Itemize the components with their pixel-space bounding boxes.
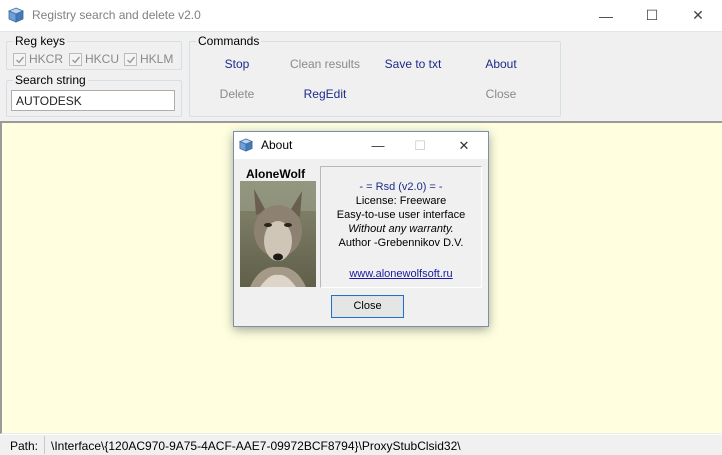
about-dialog-title: About: [261, 138, 293, 152]
toolbar: Reg keys HKCR HKCU HKLM Search string Co…: [0, 31, 722, 121]
about-close-button[interactable]: Close: [331, 295, 404, 318]
checkmark-icon: [69, 52, 82, 66]
hkcu-checkbox[interactable]: HKCU: [69, 52, 119, 66]
author-text: Author -Grebennikov D.V.: [338, 237, 464, 249]
hkcr-checkbox[interactable]: HKCR: [13, 52, 63, 66]
commands-label: Commands: [196, 34, 262, 48]
about-info-panel: - = Rsd (v2.0) = - License: Freeware Eas…: [320, 166, 482, 288]
registry-cube-icon: [7, 7, 25, 23]
about-dialog: About — ☐ ✕ AloneWolf - = Rsd (v2.0) = -…: [233, 131, 489, 327]
about-dialog-title-bar: About — ☐ ✕: [234, 132, 488, 159]
registry-cube-icon: [238, 138, 254, 152]
author-heading: AloneWolf: [246, 167, 306, 181]
window-title: Registry search and delete v2.0: [32, 8, 201, 22]
commands-group: Commands: [189, 34, 561, 117]
wolf-photo: [240, 181, 316, 287]
license-text: License: Freeware: [355, 195, 447, 207]
search-input[interactable]: [11, 90, 175, 111]
title-bar: Registry search and delete v2.0 — ☐ ✕: [0, 0, 722, 31]
close-icon: ✕: [458, 137, 470, 153]
version-text: - = Rsd (v2.0) = -: [359, 181, 443, 193]
checkmark-icon: [124, 52, 137, 66]
close-icon: ✕: [692, 7, 704, 23]
maximize-icon: ☐: [414, 137, 426, 153]
hkcr-label: HKCR: [29, 52, 64, 66]
maximize-button[interactable]: ☐: [629, 0, 675, 31]
dialog-maximize-button: ☐: [400, 132, 440, 159]
close-command-button[interactable]: Close: [446, 87, 556, 101]
website-link[interactable]: www.alonewolfsoft.ru: [321, 267, 481, 281]
close-window-button[interactable]: ✕: [675, 0, 721, 31]
maximize-icon: ☐: [645, 7, 659, 23]
path-value: \Interface\{120AC970-9A75-4ACF-AAE7-0997…: [44, 436, 712, 454]
hkcu-label: HKCU: [85, 52, 120, 66]
dialog-minimize-button[interactable]: —: [358, 132, 398, 159]
minimize-icon: —: [599, 7, 613, 24]
about-button[interactable]: About: [446, 57, 556, 71]
status-bar: Path: \Interface\{120AC970-9A75-4ACF-AAE…: [0, 435, 722, 455]
dialog-close-x-button[interactable]: ✕: [444, 132, 484, 159]
hklm-checkbox[interactable]: HKLM: [124, 52, 173, 66]
warranty-text: Without any warranty.: [348, 223, 454, 235]
hklm-label: HKLM: [140, 52, 174, 66]
regedit-button[interactable]: RegEdit: [270, 87, 380, 101]
path-label: Path:: [10, 439, 39, 453]
reg-keys-label: Reg keys: [13, 34, 68, 48]
ui-note-text: Easy-to-use user interface: [336, 209, 466, 221]
checkmark-icon: [13, 52, 26, 66]
search-string-label: Search string: [13, 73, 88, 87]
minimize-icon: —: [371, 138, 385, 153]
minimize-button[interactable]: —: [583, 0, 629, 31]
